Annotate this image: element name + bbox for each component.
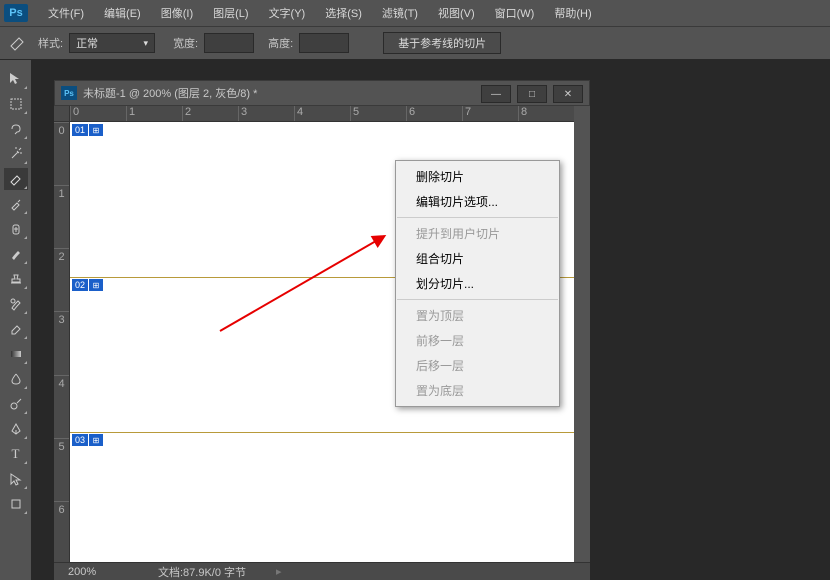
ruler-tick: 3 bbox=[238, 106, 294, 121]
context-menu-item: 置为顶层 bbox=[396, 303, 559, 328]
app-logo: Ps bbox=[4, 4, 28, 22]
ruler-tick: 8 bbox=[518, 106, 574, 121]
stamp-tool[interactable] bbox=[4, 268, 28, 290]
slice-badge[interactable]: 02⊞ bbox=[72, 279, 103, 291]
ruler-tick: 1 bbox=[54, 185, 69, 248]
context-menu-item[interactable]: 编辑切片选项... bbox=[396, 189, 559, 214]
menu-select[interactable]: 选择(S) bbox=[315, 5, 372, 21]
status-bar: 200% 文档:87.9K/0 字节 ▸ bbox=[54, 562, 590, 580]
context-menu-item: 提升到用户切片 bbox=[396, 221, 559, 246]
ruler-tick: 4 bbox=[54, 375, 69, 438]
pen-tool[interactable] bbox=[4, 418, 28, 440]
move-tool[interactable] bbox=[4, 68, 28, 90]
ruler-tick: 0 bbox=[54, 122, 69, 185]
path-select-tool[interactable] bbox=[4, 468, 28, 490]
ruler-horizontal: 012345678 bbox=[70, 106, 574, 122]
ruler-tick: 6 bbox=[54, 501, 69, 564]
doc-ps-icon: Ps bbox=[61, 86, 77, 100]
brush-tool[interactable] bbox=[4, 243, 28, 265]
slice-type-icon: ⊞ bbox=[89, 434, 103, 446]
menu-file[interactable]: 文件(F) bbox=[38, 5, 94, 21]
menu-separator bbox=[397, 299, 558, 300]
slice-tool[interactable] bbox=[4, 168, 28, 190]
style-select[interactable]: 正常 bbox=[69, 33, 155, 53]
slice-from-guides-button[interactable]: 基于参考线的切片 bbox=[383, 32, 501, 54]
height-input[interactable] bbox=[299, 33, 349, 53]
context-menu-item: 置为底层 bbox=[396, 378, 559, 403]
context-menu-item[interactable]: 划分切片... bbox=[396, 271, 559, 296]
eyedropper-tool[interactable] bbox=[4, 193, 28, 215]
marquee-tool[interactable] bbox=[4, 93, 28, 115]
ruler-tick: 5 bbox=[350, 106, 406, 121]
close-button[interactable]: ✕ bbox=[553, 85, 583, 103]
height-label: 高度: bbox=[268, 35, 293, 51]
ruler-tick: 7 bbox=[462, 106, 518, 121]
ruler-tick: 2 bbox=[182, 106, 238, 121]
gradient-tool[interactable] bbox=[4, 343, 28, 365]
slice-divider[interactable] bbox=[70, 432, 574, 433]
magic-wand-tool[interactable] bbox=[4, 143, 28, 165]
menu-view[interactable]: 视图(V) bbox=[428, 5, 485, 21]
zoom-level[interactable]: 200% bbox=[68, 566, 128, 578]
menu-edit[interactable]: 编辑(E) bbox=[94, 5, 151, 21]
doc-size: 文档:87.9K/0 字节 bbox=[158, 564, 246, 580]
ruler-tick: 5 bbox=[54, 438, 69, 501]
context-menu-item[interactable]: 组合切片 bbox=[396, 246, 559, 271]
menu-image[interactable]: 图像(I) bbox=[151, 5, 203, 21]
type-tool[interactable]: T bbox=[4, 443, 28, 465]
menu-filter[interactable]: 滤镜(T) bbox=[372, 5, 428, 21]
dodge-tool[interactable] bbox=[4, 393, 28, 415]
ruler-tick: 0 bbox=[70, 106, 126, 121]
minimize-button[interactable]: — bbox=[481, 85, 511, 103]
slice-type-icon: ⊞ bbox=[89, 124, 103, 136]
menu-separator bbox=[397, 217, 558, 218]
options-bar: 样式: 正常 宽度: 高度: 基于参考线的切片 bbox=[0, 26, 830, 60]
status-chevron-icon[interactable]: ▸ bbox=[276, 565, 282, 578]
menu-help[interactable]: 帮助(H) bbox=[544, 5, 601, 21]
document-tab[interactable]: Ps 未标题-1 @ 200% (图层 2, 灰色/8) * — □ ✕ bbox=[54, 80, 590, 106]
menu-window[interactable]: 窗口(W) bbox=[485, 5, 545, 21]
ruler-corner bbox=[54, 106, 70, 122]
menubar: Ps 文件(F) 编辑(E) 图像(I) 图层(L) 文字(Y) 选择(S) 滤… bbox=[0, 0, 830, 26]
context-menu-item[interactable]: 删除切片 bbox=[396, 164, 559, 189]
document-title: 未标题-1 @ 200% (图层 2, 灰色/8) * bbox=[83, 85, 257, 101]
slice-tool-icon bbox=[6, 31, 30, 55]
ruler-tick: 2 bbox=[54, 248, 69, 311]
lasso-tool[interactable] bbox=[4, 118, 28, 140]
blur-tool[interactable] bbox=[4, 368, 28, 390]
context-menu-item: 后移一层 bbox=[396, 353, 559, 378]
ruler-tick: 4 bbox=[294, 106, 350, 121]
width-input[interactable] bbox=[204, 33, 254, 53]
maximize-button[interactable]: □ bbox=[517, 85, 547, 103]
ruler-vertical: 0123456 bbox=[54, 122, 70, 564]
context-menu-item: 前移一层 bbox=[396, 328, 559, 353]
toolbox: T bbox=[0, 60, 32, 580]
width-label: 宽度: bbox=[173, 35, 198, 51]
history-brush-tool[interactable] bbox=[4, 293, 28, 315]
slice-number: 03 bbox=[72, 434, 88, 446]
slice-badge[interactable]: 03⊞ bbox=[72, 434, 103, 446]
context-menu: 删除切片编辑切片选项... 提升到用户切片组合切片划分切片... 置为顶层前移一层后… bbox=[395, 160, 560, 407]
menu-type[interactable]: 文字(Y) bbox=[259, 5, 316, 21]
ruler-tick: 1 bbox=[126, 106, 182, 121]
eraser-tool[interactable] bbox=[4, 318, 28, 340]
slice-badge[interactable]: 01⊞ bbox=[72, 124, 103, 136]
slice-number: 01 bbox=[72, 124, 88, 136]
slice-type-icon: ⊞ bbox=[89, 279, 103, 291]
ruler-tick: 3 bbox=[54, 311, 69, 374]
menu-layer[interactable]: 图层(L) bbox=[203, 5, 258, 21]
ruler-tick: 6 bbox=[406, 106, 462, 121]
shape-tool[interactable] bbox=[4, 493, 28, 515]
slice-number: 02 bbox=[72, 279, 88, 291]
healing-tool[interactable] bbox=[4, 218, 28, 240]
style-label: 样式: bbox=[38, 35, 63, 51]
